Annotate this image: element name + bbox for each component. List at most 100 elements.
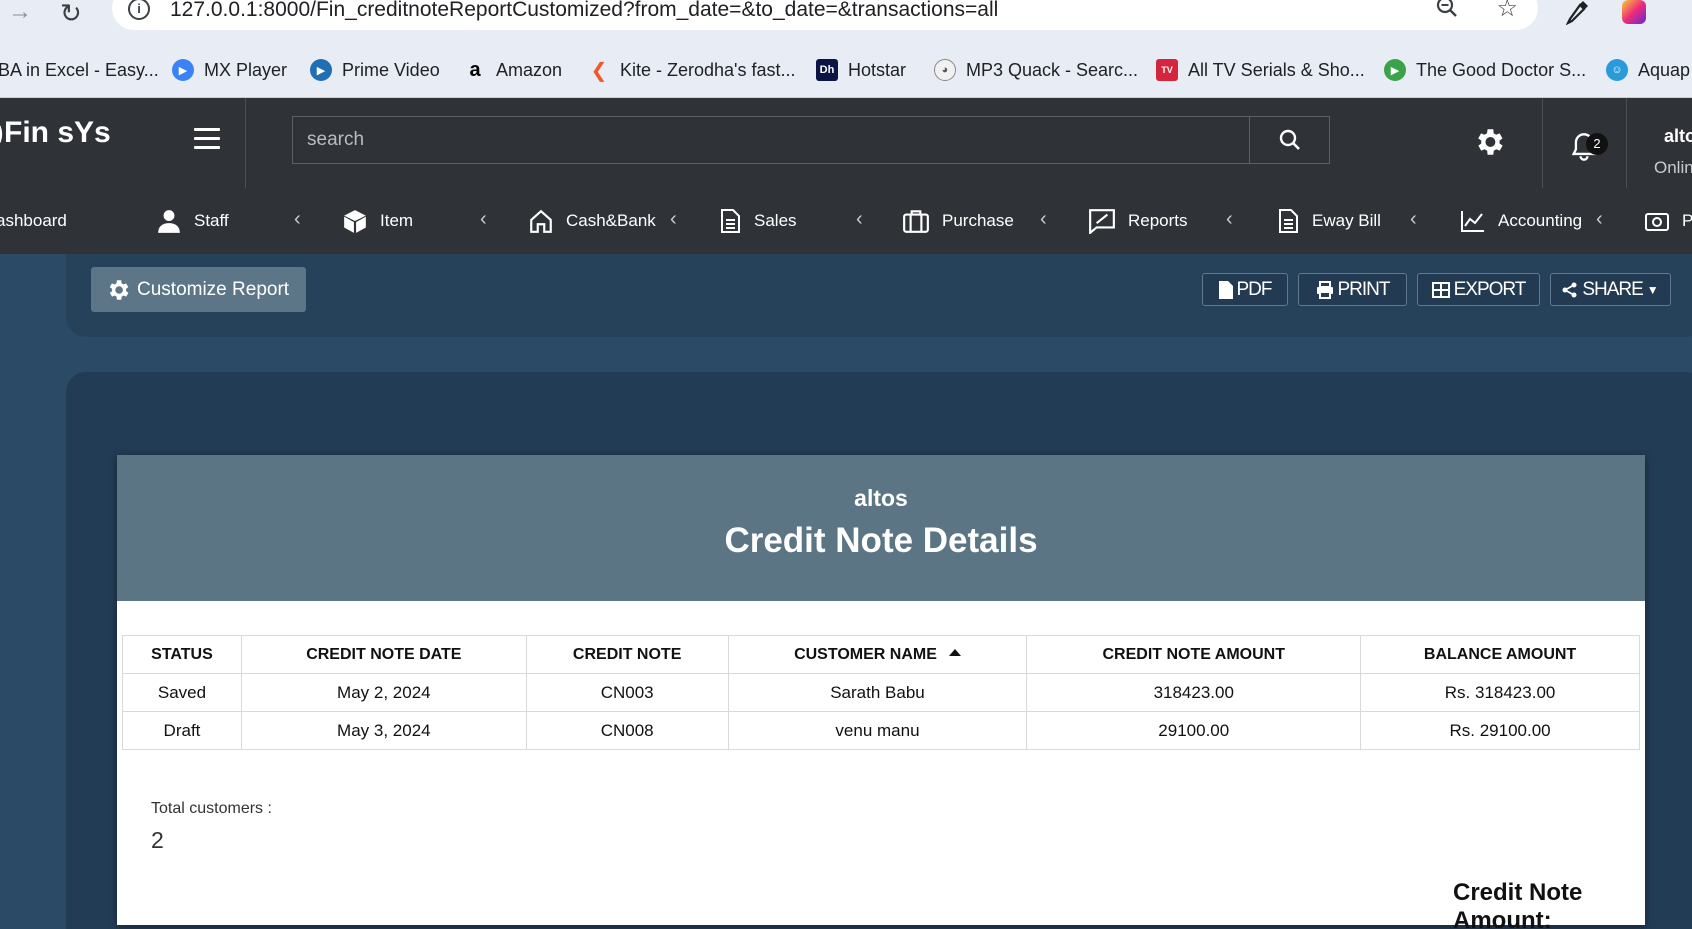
- eyedropper-extension-icon[interactable]: [1565, 0, 1590, 32]
- mx-player-icon: ▶: [172, 59, 194, 81]
- cell-status: Draft: [122, 711, 242, 750]
- chevron-left-icon[interactable]: ‹: [294, 208, 301, 231]
- column-header-status[interactable]: STATUS: [122, 635, 242, 674]
- cell-credit-note: CN003: [525, 673, 729, 712]
- gear-icon: [109, 279, 129, 300]
- search-input[interactable]: [293, 117, 1253, 163]
- zoom-icon[interactable]: [1436, 0, 1458, 24]
- bookmark-item[interactable]: ▶ The Good Doctor S...: [1384, 56, 1586, 84]
- chevron-left-icon[interactable]: ‹: [670, 208, 677, 231]
- nav-item-staff[interactable]: Staff: [156, 206, 229, 236]
- bookmark-item[interactable]: ❮ Kite - Zerodha's fast...: [588, 56, 796, 84]
- good-doctor-icon: ▶: [1384, 59, 1406, 81]
- nav-item-eway-bill[interactable]: Eway Bill: [1276, 206, 1381, 236]
- site-info-icon[interactable]: i: [128, 0, 150, 20]
- url-text[interactable]: 127.0.0.1:8000/Fin_creditnoteReportCusto…: [170, 0, 998, 22]
- report-header: altos Credit Note Details: [117, 455, 1645, 601]
- hotstar-icon: Dh: [816, 59, 838, 81]
- file-pdf-icon: [1218, 280, 1233, 299]
- divider: [1542, 98, 1543, 188]
- table-row: Saved May 2, 2024 CN003 Sarath Babu 3184…: [122, 673, 1640, 712]
- divider: [1626, 98, 1627, 188]
- main-nav: ashboard Staff ‹ Item ‹ Cash&Bank ‹ Sale…: [0, 188, 1692, 254]
- column-header-balance[interactable]: BALANCE AMOUNT: [1360, 635, 1640, 674]
- nav-item-reports[interactable]: Reports: [1088, 206, 1188, 236]
- pdf-button[interactable]: PDF: [1202, 273, 1288, 306]
- print-button[interactable]: PRINT: [1298, 273, 1407, 306]
- tv-serials-icon: TV: [1156, 59, 1178, 81]
- cell-balance: Rs. 29100.00: [1360, 711, 1640, 750]
- box-icon: [344, 210, 366, 233]
- bookmark-item[interactable]: ▶ MX Player: [172, 56, 287, 84]
- table-row: Draft May 3, 2024 CN008 venu manu 29100.…: [122, 711, 1640, 750]
- chevron-left-icon[interactable]: ‹: [856, 208, 863, 231]
- credit-note-table: STATUS CREDIT NOTE DATE CREDIT NOTE CUST…: [122, 635, 1640, 750]
- column-header-amount[interactable]: CREDIT NOTE AMOUNT: [1026, 635, 1362, 674]
- chevron-left-icon[interactable]: ‹: [1226, 208, 1233, 231]
- browser-toolbar: → ↻ i 127.0.0.1:8000/Fin_creditnoteRepor…: [0, 0, 1692, 44]
- chevron-left-icon[interactable]: ‹: [1040, 208, 1047, 231]
- nav-item-dashboard[interactable]: ashboard: [0, 206, 67, 236]
- settings-gear-icon[interactable]: [1472, 125, 1506, 164]
- bookmark-item[interactable]: BA in Excel - Easy...: [0, 56, 159, 84]
- chart-line-icon: [1461, 211, 1484, 232]
- share-icon: [1562, 282, 1577, 297]
- bookmark-star-icon[interactable]: ☆: [1496, 0, 1518, 23]
- cell-customer: Sarath Babu: [727, 673, 1028, 712]
- export-button[interactable]: EXPORT: [1417, 273, 1540, 306]
- bookmark-item[interactable]: TV All TV Serials & Sho...: [1156, 56, 1365, 84]
- column-header-customer-name[interactable]: CUSTOMER NAME: [727, 635, 1028, 674]
- chevron-left-icon[interactable]: ‹: [1410, 208, 1417, 231]
- bookmark-item[interactable]: ☺ Aquap: [1606, 56, 1690, 84]
- instagram-extension-icon[interactable]: [1622, 0, 1646, 24]
- user-icon: [158, 210, 180, 233]
- reload-icon[interactable]: ↻: [60, 0, 82, 29]
- home-icon: [530, 209, 552, 233]
- cell-status: Saved: [122, 673, 242, 712]
- prime-video-icon: ▶: [310, 59, 332, 81]
- nav-item-item[interactable]: Item: [342, 206, 413, 236]
- nav-item-sales[interactable]: Sales: [718, 206, 797, 236]
- chevron-left-icon[interactable]: ‹: [1596, 208, 1603, 231]
- search-icon: [1279, 129, 1300, 150]
- column-header-credit-note[interactable]: CREDIT NOTE: [525, 635, 729, 674]
- mp3-quack-icon: ◕: [934, 59, 956, 81]
- file-icon: [721, 209, 740, 233]
- cell-date: May 2, 2024: [240, 673, 527, 712]
- total-customers-value: 2: [151, 827, 164, 853]
- user-status: Onlin: [1654, 158, 1692, 177]
- divider: [245, 98, 246, 188]
- address-bar[interactable]: i 127.0.0.1:8000/Fin_creditnoteReportCus…: [112, 0, 1538, 30]
- hamburger-menu-icon[interactable]: [194, 128, 220, 150]
- search-button[interactable]: [1249, 117, 1329, 163]
- aquap-icon: ☺: [1606, 59, 1628, 81]
- cell-credit-note: CN008: [525, 711, 729, 750]
- bookmark-item[interactable]: ◕ MP3 Quack - Searc...: [934, 56, 1138, 84]
- nav-item-more[interactable]: P: [1644, 206, 1692, 236]
- nav-item-purchase[interactable]: Purchase: [902, 206, 1014, 236]
- bookmark-item[interactable]: a Amazon: [464, 56, 562, 84]
- customize-report-button[interactable]: Customize Report: [91, 267, 306, 312]
- camera-icon: [1645, 213, 1669, 231]
- bookmark-item[interactable]: Dh Hotstar: [816, 56, 906, 84]
- report-icon: [1089, 209, 1115, 234]
- report-sheet: altos Credit Note Details STATUS CREDIT …: [117, 455, 1645, 929]
- nav-item-cash-bank[interactable]: Cash&Bank: [528, 206, 656, 236]
- cell-customer: venu manu: [727, 711, 1028, 750]
- cell-amount: 29100.00: [1026, 711, 1362, 750]
- cell-amount: 318423.00: [1026, 673, 1362, 712]
- share-button[interactable]: SHARE ▼: [1550, 273, 1671, 306]
- chevron-left-icon[interactable]: ‹: [480, 208, 487, 231]
- company-name: altos: [854, 485, 908, 511]
- column-header-date[interactable]: CREDIT NOTE DATE: [240, 635, 527, 674]
- nav-item-accounting[interactable]: Accounting: [1460, 206, 1582, 236]
- total-customers-label: Total customers :: [151, 800, 272, 817]
- forward-arrow-icon[interactable]: →: [8, 0, 32, 24]
- user-name[interactable]: alto: [1664, 126, 1692, 147]
- file-icon: [1279, 209, 1298, 233]
- logo[interactable]: )Fin sYs: [0, 116, 111, 150]
- bookmark-item[interactable]: ▶ Prime Video: [310, 56, 440, 84]
- caret-down-icon: ▼: [1646, 282, 1659, 297]
- search-box: [292, 116, 1330, 164]
- briefcase-icon: [903, 210, 929, 233]
